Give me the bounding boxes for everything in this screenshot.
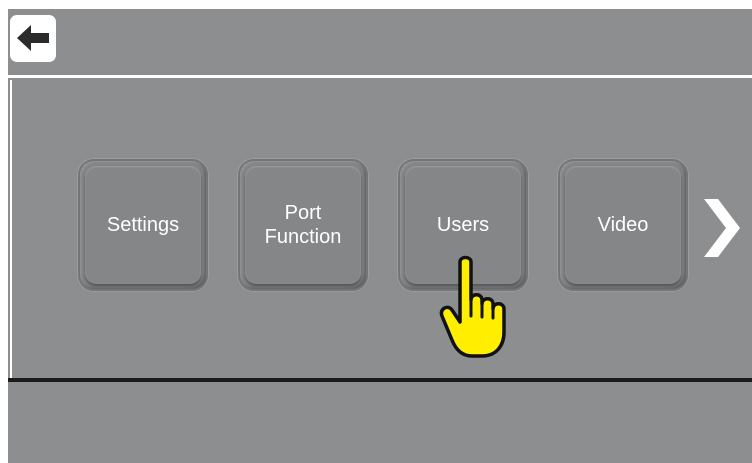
tile-label-port-function: Port Function (264, 202, 342, 248)
tile-label-video: Video (597, 214, 649, 236)
video-tile-button[interactable]: Video (558, 159, 688, 291)
footer-bar (8, 382, 752, 463)
device-screen: Settings Port Function Users Video (8, 9, 752, 463)
tile-face: Video (565, 166, 681, 284)
chevron-right-icon (704, 199, 740, 257)
port-function-tile-button[interactable]: Port Function (238, 159, 368, 291)
tile-label-users: Users (436, 214, 490, 236)
back-button[interactable] (10, 15, 56, 62)
header-divider (8, 75, 752, 78)
header-bar (8, 9, 752, 73)
tile-face: Settings (85, 166, 201, 284)
tile-label-settings: Settings (106, 214, 180, 236)
pointing-hand-icon (438, 254, 522, 369)
settings-tile-button[interactable]: Settings (78, 159, 208, 291)
next-page-button[interactable] (702, 197, 742, 264)
back-arrow-icon (17, 25, 49, 51)
tile-face: Port Function (245, 166, 361, 284)
